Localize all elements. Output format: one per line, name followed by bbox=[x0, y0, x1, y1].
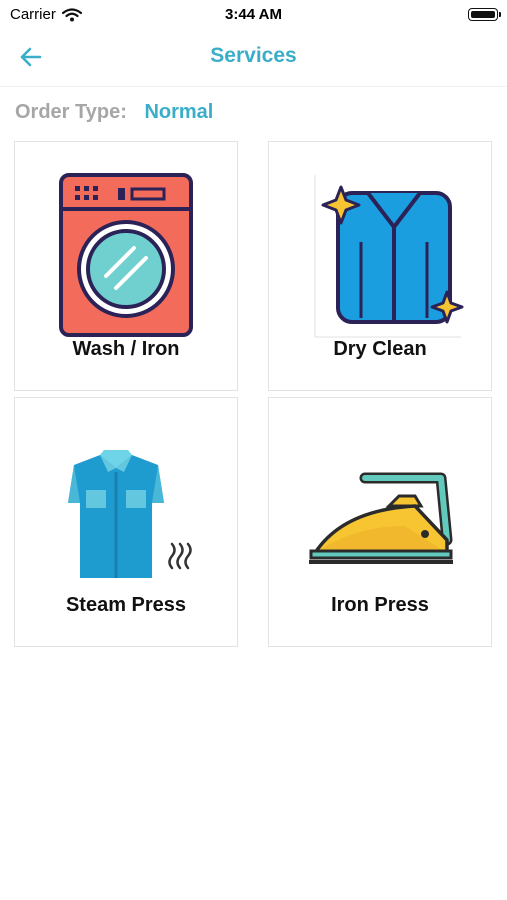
order-type-row: Order Type: Normal bbox=[15, 101, 213, 124]
service-card-dry-clean[interactable]: Dry Clean bbox=[268, 141, 492, 391]
status-time: 3:44 AM bbox=[225, 6, 282, 23]
service-card-iron-press[interactable]: Iron Press bbox=[268, 397, 492, 647]
dry-clean-shirt-icon bbox=[314, 175, 464, 338]
steamed-shirt-icon bbox=[68, 450, 192, 578]
clothes-iron-icon bbox=[309, 472, 453, 564]
navigation-bar: Services bbox=[0, 30, 507, 87]
service-card-wash-iron[interactable]: Wash / Iron bbox=[14, 141, 238, 391]
order-type-value[interactable]: Normal bbox=[144, 101, 213, 123]
battery-icon bbox=[468, 8, 501, 21]
service-label: Wash / Iron bbox=[72, 338, 180, 360]
services-grid: Wash / Iron Dry Clean Steam Press Iron P… bbox=[14, 141, 494, 649]
service-label: Iron Press bbox=[331, 594, 429, 616]
service-label: Dry Clean bbox=[333, 338, 427, 360]
service-card-steam-press[interactable]: Steam Press bbox=[14, 397, 238, 647]
washing-machine-icon bbox=[59, 173, 193, 337]
order-type-label: Order Type: bbox=[15, 101, 127, 123]
status-bar: Carrier 3:44 AM bbox=[0, 0, 507, 30]
service-label: Steam Press bbox=[65, 594, 187, 616]
page-title: Services bbox=[210, 44, 297, 67]
